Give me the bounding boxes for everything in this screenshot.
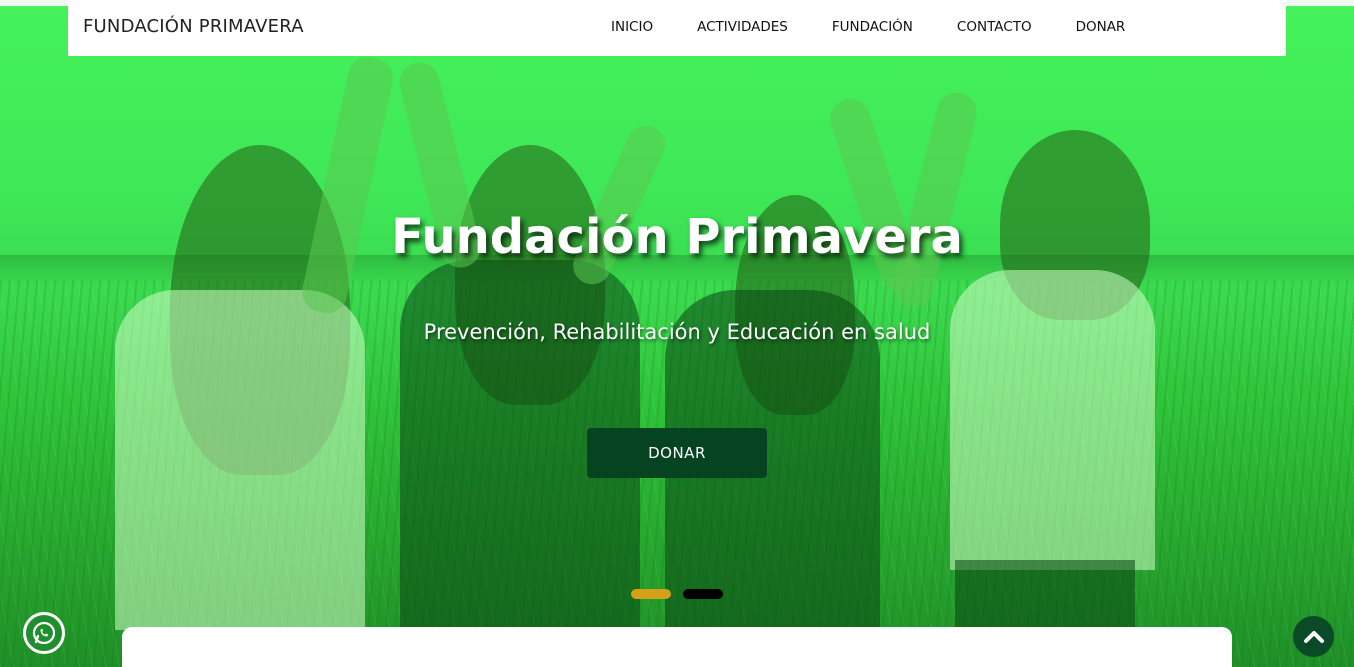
- top-strip-right: [1286, 0, 1354, 6]
- carousel-indicator-1[interactable]: [631, 589, 671, 599]
- content-card: [122, 627, 1232, 667]
- nav-item-contacto[interactable]: CONTACTO: [957, 19, 1032, 35]
- navbar: FUNDACIÓN PRIMAVERA INICIO ACTIVIDADES F…: [68, 0, 1286, 56]
- whatsapp-icon: [32, 621, 56, 645]
- nav-item-fundacion[interactable]: FUNDACIÓN: [832, 19, 913, 35]
- nav-item-actividades[interactable]: ACTIVIDADES: [697, 19, 788, 35]
- hero-donate-button[interactable]: DONAR: [587, 428, 767, 478]
- carousel-indicators: [631, 589, 723, 599]
- nav-links: INICIO ACTIVIDADES FUNDACIÓN CONTACTO DO…: [611, 19, 1169, 35]
- hero-title: Fundación Primavera: [391, 209, 963, 265]
- top-strip-left: [0, 0, 68, 6]
- nav-item-donar[interactable]: DONAR: [1076, 19, 1126, 35]
- scroll-top-button[interactable]: [1293, 616, 1334, 657]
- nav-item-inicio[interactable]: INICIO: [611, 19, 653, 35]
- person-4-shirt: [950, 270, 1155, 570]
- brand-link[interactable]: FUNDACIÓN PRIMAVERA: [83, 16, 304, 37]
- hero-subtitle: Prevención, Rehabilitación y Educación e…: [423, 320, 931, 344]
- chevron-up-icon: [1303, 630, 1324, 643]
- carousel-indicator-2[interactable]: [683, 589, 723, 599]
- whatsapp-button[interactable]: [23, 612, 65, 654]
